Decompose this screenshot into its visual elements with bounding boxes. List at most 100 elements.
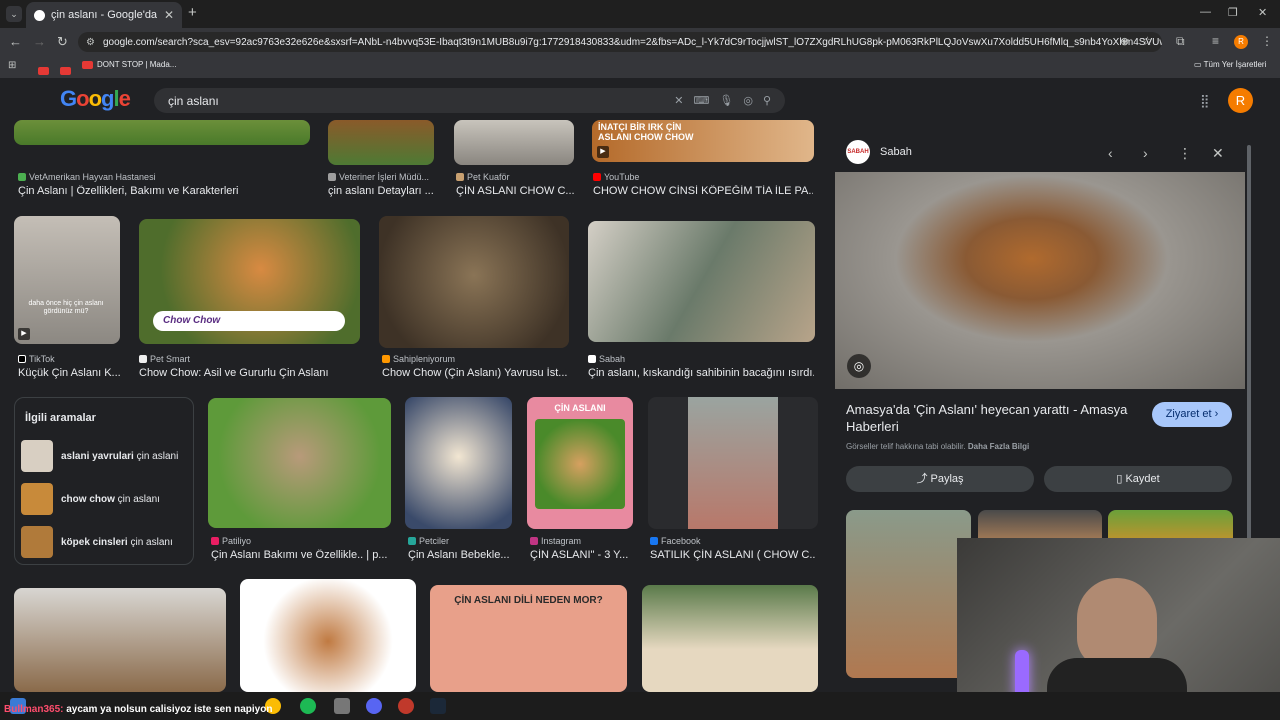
thumb-overlay-text: ÇİN ASLANI [554,403,606,413]
result-title[interactable]: Küçük Çin Aslanı K... [18,367,122,379]
more-info-link[interactable]: Daha Fazla Bilgi [968,442,1029,451]
result-image[interactable] [405,397,512,529]
reload-button[interactable]: ↻ [57,34,68,50]
extensions-icon[interactable]: ⧉ [1176,34,1185,49]
thumb-overlay-pill: Chow Chow [153,311,345,331]
related-item[interactable]: köpek cinsleri çin aslanı [21,526,187,558]
youtube-bookmark-1[interactable] [38,62,49,80]
related-item[interactable]: aslani yavrulari çin aslani [21,440,187,472]
save-button[interactable]: ▯ Kaydet [1044,466,1232,492]
restore-button[interactable]: ❐ [1228,6,1238,19]
result-image[interactable] [328,120,434,165]
result-image[interactable]: daha önce hiç çin aslanı gördünüz mü? ▶ [14,216,120,344]
result-image[interactable] [379,216,569,348]
reading-list-icon[interactable]: ≡ [1212,34,1219,48]
result-image[interactable] [454,120,574,165]
related-image[interactable] [846,510,971,678]
next-icon[interactable]: › [1143,145,1148,161]
address-bar[interactable]: ⚙ google.com/search?sca_esv=92ac9763e32e… [78,32,1162,52]
discord-icon[interactable] [366,698,382,714]
result-title[interactable]: Çin Aslanı Bebekle... [408,549,512,561]
keyboard-icon[interactable]: ⌨ [693,94,709,107]
previous-icon[interactable]: ‹ [1108,145,1113,161]
search-box[interactable]: çin aslanı ✕ ⌨ 🎙 ◎ ⚲ [154,88,785,113]
result-image[interactable] [14,588,226,692]
site-favicon-icon [328,173,336,181]
lens-search-icon[interactable]: ◎ [847,354,871,378]
search-icon[interactable]: ⚲ [763,94,771,107]
apps-icon[interactable]: ⊞ [8,60,16,71]
bookmark-star-icon[interactable]: ☆ [1142,34,1153,48]
back-button[interactable]: ← [9,34,22,49]
result-image[interactable]: Chow Chow [139,219,360,344]
search-input[interactable]: çin aslanı [168,94,664,108]
result-source: Petciler [408,536,449,546]
result-title[interactable]: Çin Aslanı | Özellikleri, Bakımı ve Kara… [18,185,308,197]
related-item[interactable]: chow chow çin aslanı [21,483,187,515]
file-icon[interactable] [334,698,350,714]
result-source: VetAmerikan Hayvan Hastanesi [18,172,156,182]
related-thumbnail [21,483,53,515]
browser-tab[interactable]: çin aslanı - Google'da Ara ✕ [26,2,182,28]
minimize-button[interactable]: — [1200,6,1211,18]
result-title[interactable]: ÇİN ASLANI CHOW C... [456,185,578,197]
clear-icon[interactable]: ✕ [674,94,683,107]
related-thumbnail [21,526,53,558]
result-image[interactable]: ÇİN ASLANI DİLİ NEDEN MOR? [430,585,627,692]
panel-source[interactable]: SABAH Sabah [846,140,912,164]
result-image[interactable]: ÇİN ASLANI [527,397,633,529]
result-title[interactable]: SATILIK ÇİN ASLANI ( CHOW C... [650,549,816,561]
youtube-icon [82,60,93,69]
chat-text: aycam ya nolsun calisiyoz iste sen napiy… [63,704,273,715]
panel-scrollbar[interactable] [1247,145,1251,545]
result-image[interactable]: İNATÇI BİR IRK ÇİN ASLANI CHOW CHOW ▶ [592,120,814,162]
site-info-icon[interactable]: ⚙ [86,37,95,48]
result-title[interactable]: Chow Chow (Çin Aslanı) Yavrusu İst... [382,367,570,379]
result-image[interactable] [588,221,815,342]
preview-image[interactable]: ◎ [835,172,1245,389]
zoom-icon[interactable]: ⊕ [1120,35,1129,48]
lens-icon[interactable]: ◎ [743,94,753,107]
preview-title[interactable]: Amasya'da 'Çin Aslanı' heyecan yarattı -… [846,401,1146,435]
result-image[interactable] [208,398,391,528]
browser-menu-icon[interactable]: ⋮ [1261,34,1273,48]
steam-icon[interactable] [430,698,446,714]
related-item-rest: çin aslanı [127,536,173,548]
result-title[interactable]: CHOW CHOW CİNSİ KÖPEĞİM TİA İLE PA... [593,185,813,197]
site-favicon-icon [588,355,596,363]
result-title[interactable]: ÇİN ASLANI" - 3 Y... [530,549,634,561]
streamer-face [1077,578,1157,668]
forward-button[interactable]: → [33,34,46,49]
google-logo[interactable]: Google [60,86,131,112]
bookmark-dont-stop[interactable]: DONT STOP | Mada... [82,60,176,69]
account-avatar[interactable]: R [1228,88,1253,113]
result-image[interactable] [240,579,416,692]
result-title[interactable]: Chow Chow: Asil ve Gururlu Çin Aslanı [139,367,361,379]
result-title[interactable]: Çin Aslanı Bakımı ve Özellikle.. | p... [211,549,391,561]
result-image[interactable] [14,120,310,145]
share-button[interactable]: ⤴ Paylaş [846,466,1034,492]
visit-button[interactable]: Ziyaret et › [1152,402,1232,427]
tab-search-button[interactable]: ⌄ [6,6,22,22]
google-apps-icon[interactable]: ⣿ [1200,93,1210,109]
result-image[interactable] [648,397,818,529]
close-window-button[interactable]: ✕ [1258,6,1267,19]
close-panel-icon[interactable]: ✕ [1212,145,1224,162]
result-title[interactable]: Çin aslanı, kıskandığı sahibinin bacağın… [588,367,814,379]
profile-avatar[interactable]: R [1234,35,1248,49]
site-favicon-icon [382,355,390,363]
new-tab-button[interactable]: + [188,4,197,21]
tiktok-icon [18,355,26,363]
result-title[interactable]: çin aslanı Detayları ... [328,185,436,197]
related-thumbnail [21,440,53,472]
spotify-icon[interactable] [300,698,316,714]
more-options-icon[interactable]: ⋮ [1178,145,1192,162]
youtube-bookmark-2[interactable] [60,62,71,80]
related-item-bold: aslani yavrulari [61,450,134,462]
close-tab-icon[interactable]: ✕ [164,8,174,22]
mic-icon[interactable]: 🎙 [719,94,733,107]
result-image[interactable] [642,585,818,692]
site-favicon-icon [139,355,147,363]
all-bookmarks-folder[interactable]: ▭ Tüm Yer İşaretleri [1194,60,1266,69]
obs-icon[interactable] [398,698,414,714]
